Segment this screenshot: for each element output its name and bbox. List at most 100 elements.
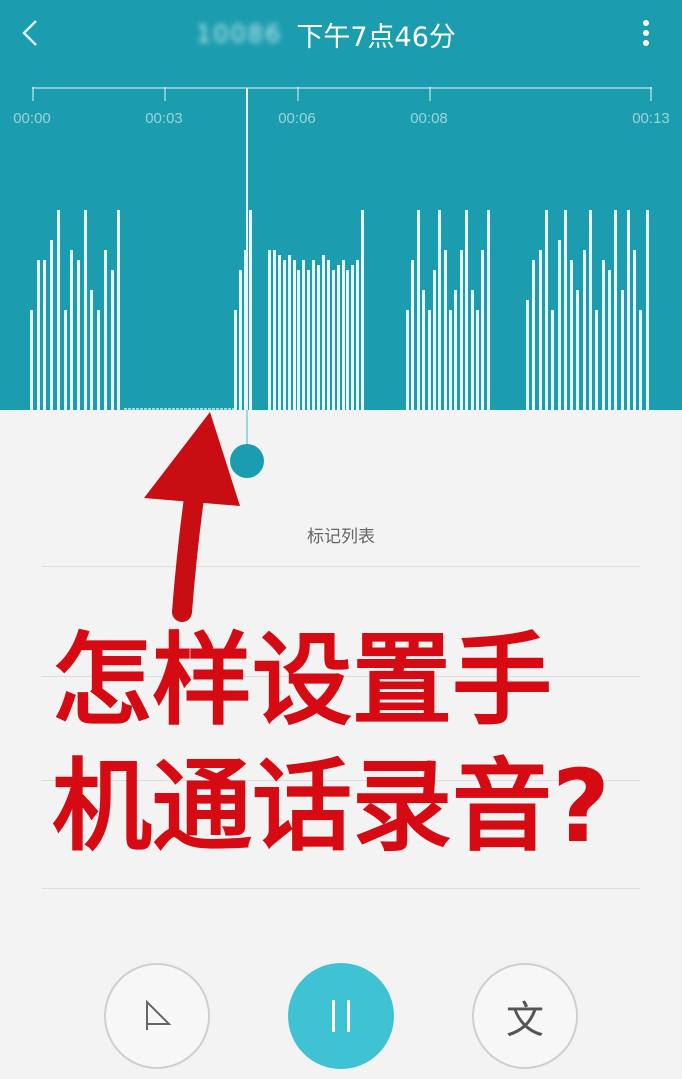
waveform-bar <box>481 250 484 410</box>
waveform-bar <box>545 210 548 410</box>
waveform-silence <box>124 408 127 410</box>
pause-button[interactable] <box>288 963 394 1069</box>
waveform-silence <box>180 408 183 410</box>
waveform-silence <box>152 408 155 410</box>
waveform-bar <box>332 270 335 410</box>
waveform-bar <box>608 270 611 410</box>
waveform-bar <box>337 265 340 410</box>
waveform-bar <box>576 290 579 410</box>
waveform-bar <box>627 210 630 410</box>
waveform-bar <box>433 270 436 410</box>
audio-waveform[interactable] <box>0 200 682 410</box>
waveform-silence <box>168 408 171 410</box>
waveform-silence <box>188 408 191 410</box>
waveform-bar <box>293 260 296 410</box>
waveform-silence <box>232 408 235 410</box>
waveform-bar <box>422 290 425 410</box>
waveform-silence <box>176 408 179 410</box>
waveform-silence <box>164 408 167 410</box>
waveform-silence <box>192 408 195 410</box>
waveform-silence <box>204 408 207 410</box>
timeline-tick <box>164 87 166 101</box>
waveform-bar <box>84 210 87 410</box>
waveform-bar <box>602 260 605 410</box>
more-menu-button[interactable] <box>634 14 658 52</box>
waveform-bar <box>532 260 535 410</box>
waveform-bar <box>589 210 592 410</box>
chevron-left-icon <box>22 20 37 46</box>
waveform-bar <box>428 310 431 410</box>
waveform-bar <box>312 260 315 410</box>
waveform-bar <box>460 250 463 410</box>
waveform-bar <box>444 250 447 410</box>
waveform-bar <box>564 210 567 410</box>
waveform-bar <box>322 255 325 410</box>
timeline-label: 00:03 <box>145 110 183 127</box>
waveform-bar <box>239 270 242 410</box>
waveform-bar <box>111 270 114 410</box>
timeline-label: 00:06 <box>278 110 316 127</box>
waveform-bar <box>64 310 67 410</box>
waveform-bar <box>417 210 420 410</box>
waveform-bar <box>97 310 100 410</box>
waveform-bar <box>539 250 542 410</box>
waveform-bar <box>50 240 53 410</box>
waveform-silence <box>132 408 135 410</box>
caller-number: 10086 <box>196 20 283 48</box>
waveform-bar <box>346 270 349 410</box>
waveform-silence <box>156 408 159 410</box>
waveform-bar <box>302 260 305 410</box>
flag-icon <box>146 999 172 1030</box>
waveform-silence <box>212 408 215 410</box>
waveform-bar <box>411 260 414 410</box>
waveform-silence <box>200 408 203 410</box>
waveform-bar <box>476 310 479 410</box>
waveform-silence <box>128 408 131 410</box>
waveform-bar <box>570 260 573 410</box>
waveform-silence <box>136 408 139 410</box>
transcribe-button[interactable]: 文 <box>472 963 578 1069</box>
waveform-silence <box>184 408 187 410</box>
waveform-bar <box>558 240 561 410</box>
waveform-bar <box>43 260 46 410</box>
waveform-bar <box>283 260 286 410</box>
waveform-silence <box>216 408 219 410</box>
waveform-bar <box>278 255 281 410</box>
recording-waveform-panel: 10086 下午7点46分 00:00 00:03 00:06 00:08 00… <box>0 0 682 410</box>
timeline-tick <box>32 87 34 101</box>
waveform-bar <box>77 260 80 410</box>
waveform-silence <box>172 408 175 410</box>
timeline-tick <box>429 87 431 101</box>
waveform-bar <box>633 250 636 410</box>
waveform-bar <box>471 290 474 410</box>
waveform-bar <box>297 270 300 410</box>
waveform-bar <box>327 260 330 410</box>
call-time: 下午7点46分 <box>296 21 456 53</box>
waveform-bar <box>104 250 107 410</box>
waveform-silence <box>196 408 199 410</box>
waveform-silence <box>220 408 223 410</box>
waveform-bar <box>487 210 490 410</box>
pause-icon <box>332 1000 350 1032</box>
waveform-silence <box>208 408 211 410</box>
waveform-bar <box>57 210 60 410</box>
waveform-silence <box>228 408 231 410</box>
waveform-bar <box>646 210 649 410</box>
waveform-bar <box>342 260 345 410</box>
waveform-bar <box>117 210 120 410</box>
timeline-tick <box>297 87 299 101</box>
playhead-handle[interactable] <box>230 444 264 478</box>
waveform-bar <box>583 250 586 410</box>
waveform-bar <box>30 310 33 410</box>
waveform-bar <box>614 210 617 410</box>
overlay-caption-line2: 机通话录音? <box>52 748 611 865</box>
playhead-line <box>246 88 248 448</box>
timeline-tick <box>650 87 652 101</box>
back-button[interactable] <box>14 14 46 52</box>
timeline-ruler[interactable]: 00:00 00:03 00:06 00:08 00:13 <box>0 84 682 144</box>
waveform-bar <box>317 265 320 410</box>
waveform-silence <box>224 408 227 410</box>
list-divider <box>42 566 640 567</box>
add-mark-button[interactable] <box>104 963 210 1069</box>
transcribe-label: 文 <box>505 997 544 1042</box>
